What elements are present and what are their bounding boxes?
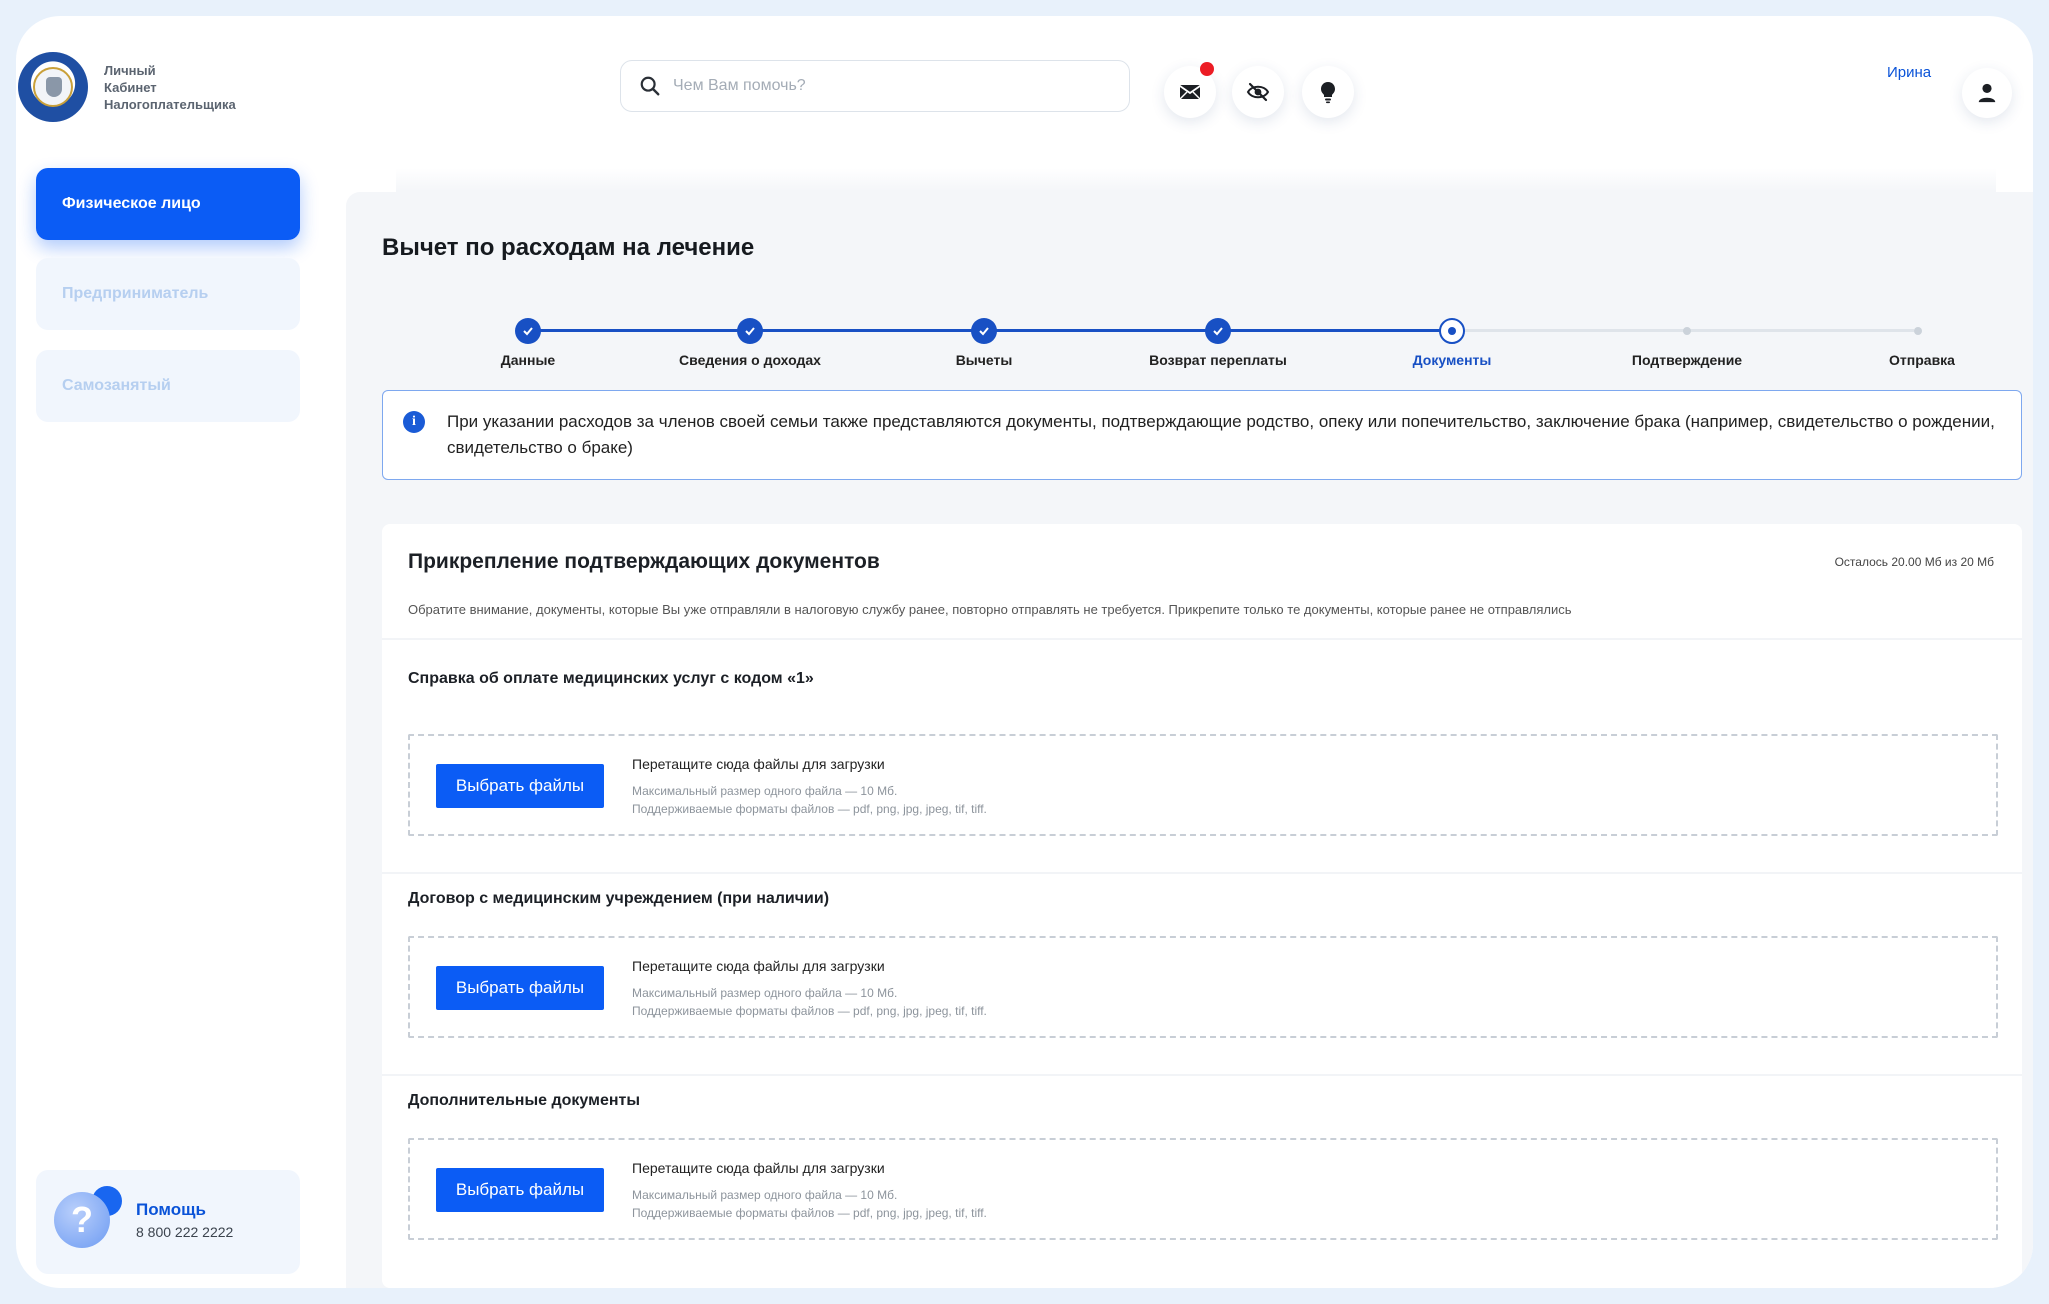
info-icon: i [403, 411, 425, 433]
choose-files-button[interactable]: Выбрать файлы [436, 1168, 604, 1212]
search-box[interactable] [620, 60, 1130, 112]
logo-line-3: Налогоплательщика [104, 96, 236, 112]
step-5-current-icon[interactable] [1439, 318, 1465, 344]
info-text: При указании расходов за членов своей се… [447, 412, 1995, 457]
step-label-data[interactable]: Данные [501, 352, 555, 368]
documents-card: Прикрепление подтверждающих документов О… [382, 524, 2022, 1288]
search-icon [640, 76, 660, 96]
dropzone-hint: Перетащите сюда файлы для загрузки [632, 756, 885, 772]
dropzone-max-size: Максимальный размер одного файла — 10 Мб… [632, 986, 898, 1000]
step-label-documents[interactable]: Документы [1413, 352, 1492, 368]
lightbulb-icon [1321, 82, 1335, 104]
logo-text: Личный Кабинет Налогоплательщика [104, 62, 236, 113]
mail-button[interactable] [1164, 62, 1216, 118]
step-1-check-icon[interactable] [515, 318, 541, 344]
step-label-confirmation: Подтверждение [1631, 352, 1743, 368]
help-title: Помощь [136, 1200, 206, 1219]
file-dropzone-medical-receipt[interactable]: Выбрать файлы Перетащите сюда файлы для … [408, 734, 1998, 836]
divider [382, 872, 2022, 874]
step-6-pending-icon [1683, 327, 1691, 335]
info-notice: i При указании расходов за членов своей … [382, 390, 2022, 480]
section-title-contract: Договор с медицинским учреждением (при н… [408, 890, 830, 907]
dropzone-hint: Перетащите сюда файлы для загрузки [632, 1160, 885, 1176]
help-phone[interactable]: 8 800 222 2222 [136, 1224, 233, 1240]
notification-dot [1200, 62, 1214, 76]
storage-remaining: Осталось 20.00 Мб из 20 Мб [1834, 555, 1994, 569]
logo-line-1: Личный [104, 62, 156, 78]
dropzone-max-size: Максимальный размер одного файла — 10 Мб… [632, 1188, 898, 1202]
file-dropzone-contract[interactable]: Выбрать файлы Перетащите сюда файлы для … [408, 936, 1998, 1038]
question-icon: ? [54, 1192, 110, 1248]
logo-line-2: Кабинет [104, 79, 157, 95]
page-title: Вычет по расходам на лечение [382, 234, 755, 261]
section-title-additional: Дополнительные документы [408, 1092, 640, 1109]
step-label-income[interactable]: Сведения о доходах [679, 352, 821, 368]
search-input[interactable] [673, 77, 1093, 95]
sidebar-item-entrepreneur[interactable]: Предприниматель [36, 258, 300, 330]
header-shadow [396, 168, 1996, 192]
choose-files-button[interactable]: Выбрать файлы [436, 764, 604, 808]
dropzone-formats: Поддерживаемые форматы файлов — pdf, png… [632, 1004, 987, 1018]
user-name-link[interactable]: Ирина [1887, 64, 1931, 81]
choose-files-button[interactable]: Выбрать файлы [436, 966, 604, 1010]
avatar[interactable] [1962, 68, 2012, 118]
fns-emblem-icon [18, 52, 88, 122]
mail-icon [1179, 85, 1201, 100]
step-label-refund[interactable]: Возврат переплаты [1149, 352, 1287, 368]
help-widget[interactable]: ? Помощь 8 800 222 2222 [36, 1170, 300, 1274]
divider [382, 1074, 2022, 1076]
step-label-sending: Отправка [1889, 352, 1955, 368]
sidebar-item-self-employed[interactable]: Самозанятый [36, 350, 300, 422]
divider [382, 638, 2022, 640]
step-2-check-icon[interactable] [737, 318, 763, 344]
step-7-pending-icon [1914, 327, 1922, 335]
file-dropzone-additional[interactable]: Выбрать файлы Перетащите сюда файлы для … [408, 1138, 1998, 1240]
card-title: Прикрепление подтверждающих документов [408, 550, 880, 573]
section-title-medical-receipt: Справка об оплате медицинских услуг с ко… [408, 670, 814, 687]
visibility-toggle-button[interactable] [1232, 66, 1284, 118]
step-4-check-icon[interactable] [1205, 318, 1231, 344]
sidebar-item-individual[interactable]: Физическое лицо [36, 168, 300, 240]
step-label-deductions[interactable]: Вычеты [956, 352, 1013, 368]
dropzone-formats: Поддерживаемые форматы файлов — pdf, png… [632, 802, 987, 816]
dropzone-max-size: Максимальный размер одного файла — 10 Мб… [632, 784, 898, 798]
app-frame: Личный Кабинет Налогоплательщика Чем Вам… [16, 16, 2033, 1288]
dropzone-hint: Перетащите сюда файлы для загрузки [632, 958, 885, 974]
card-note: Обратите внимание, документы, которые Вы… [408, 602, 1572, 617]
progress-stepper: Данные Сведения о доходах Вычеты Возврат… [382, 312, 2033, 372]
logo[interactable]: Личный Кабинет Налогоплательщика [16, 52, 236, 122]
hide-eye-icon [1246, 82, 1270, 102]
tips-button[interactable] [1302, 66, 1354, 118]
step-3-check-icon[interactable] [971, 318, 997, 344]
dropzone-formats: Поддерживаемые форматы файлов — pdf, png… [632, 1206, 987, 1220]
user-icon [1978, 83, 1996, 103]
